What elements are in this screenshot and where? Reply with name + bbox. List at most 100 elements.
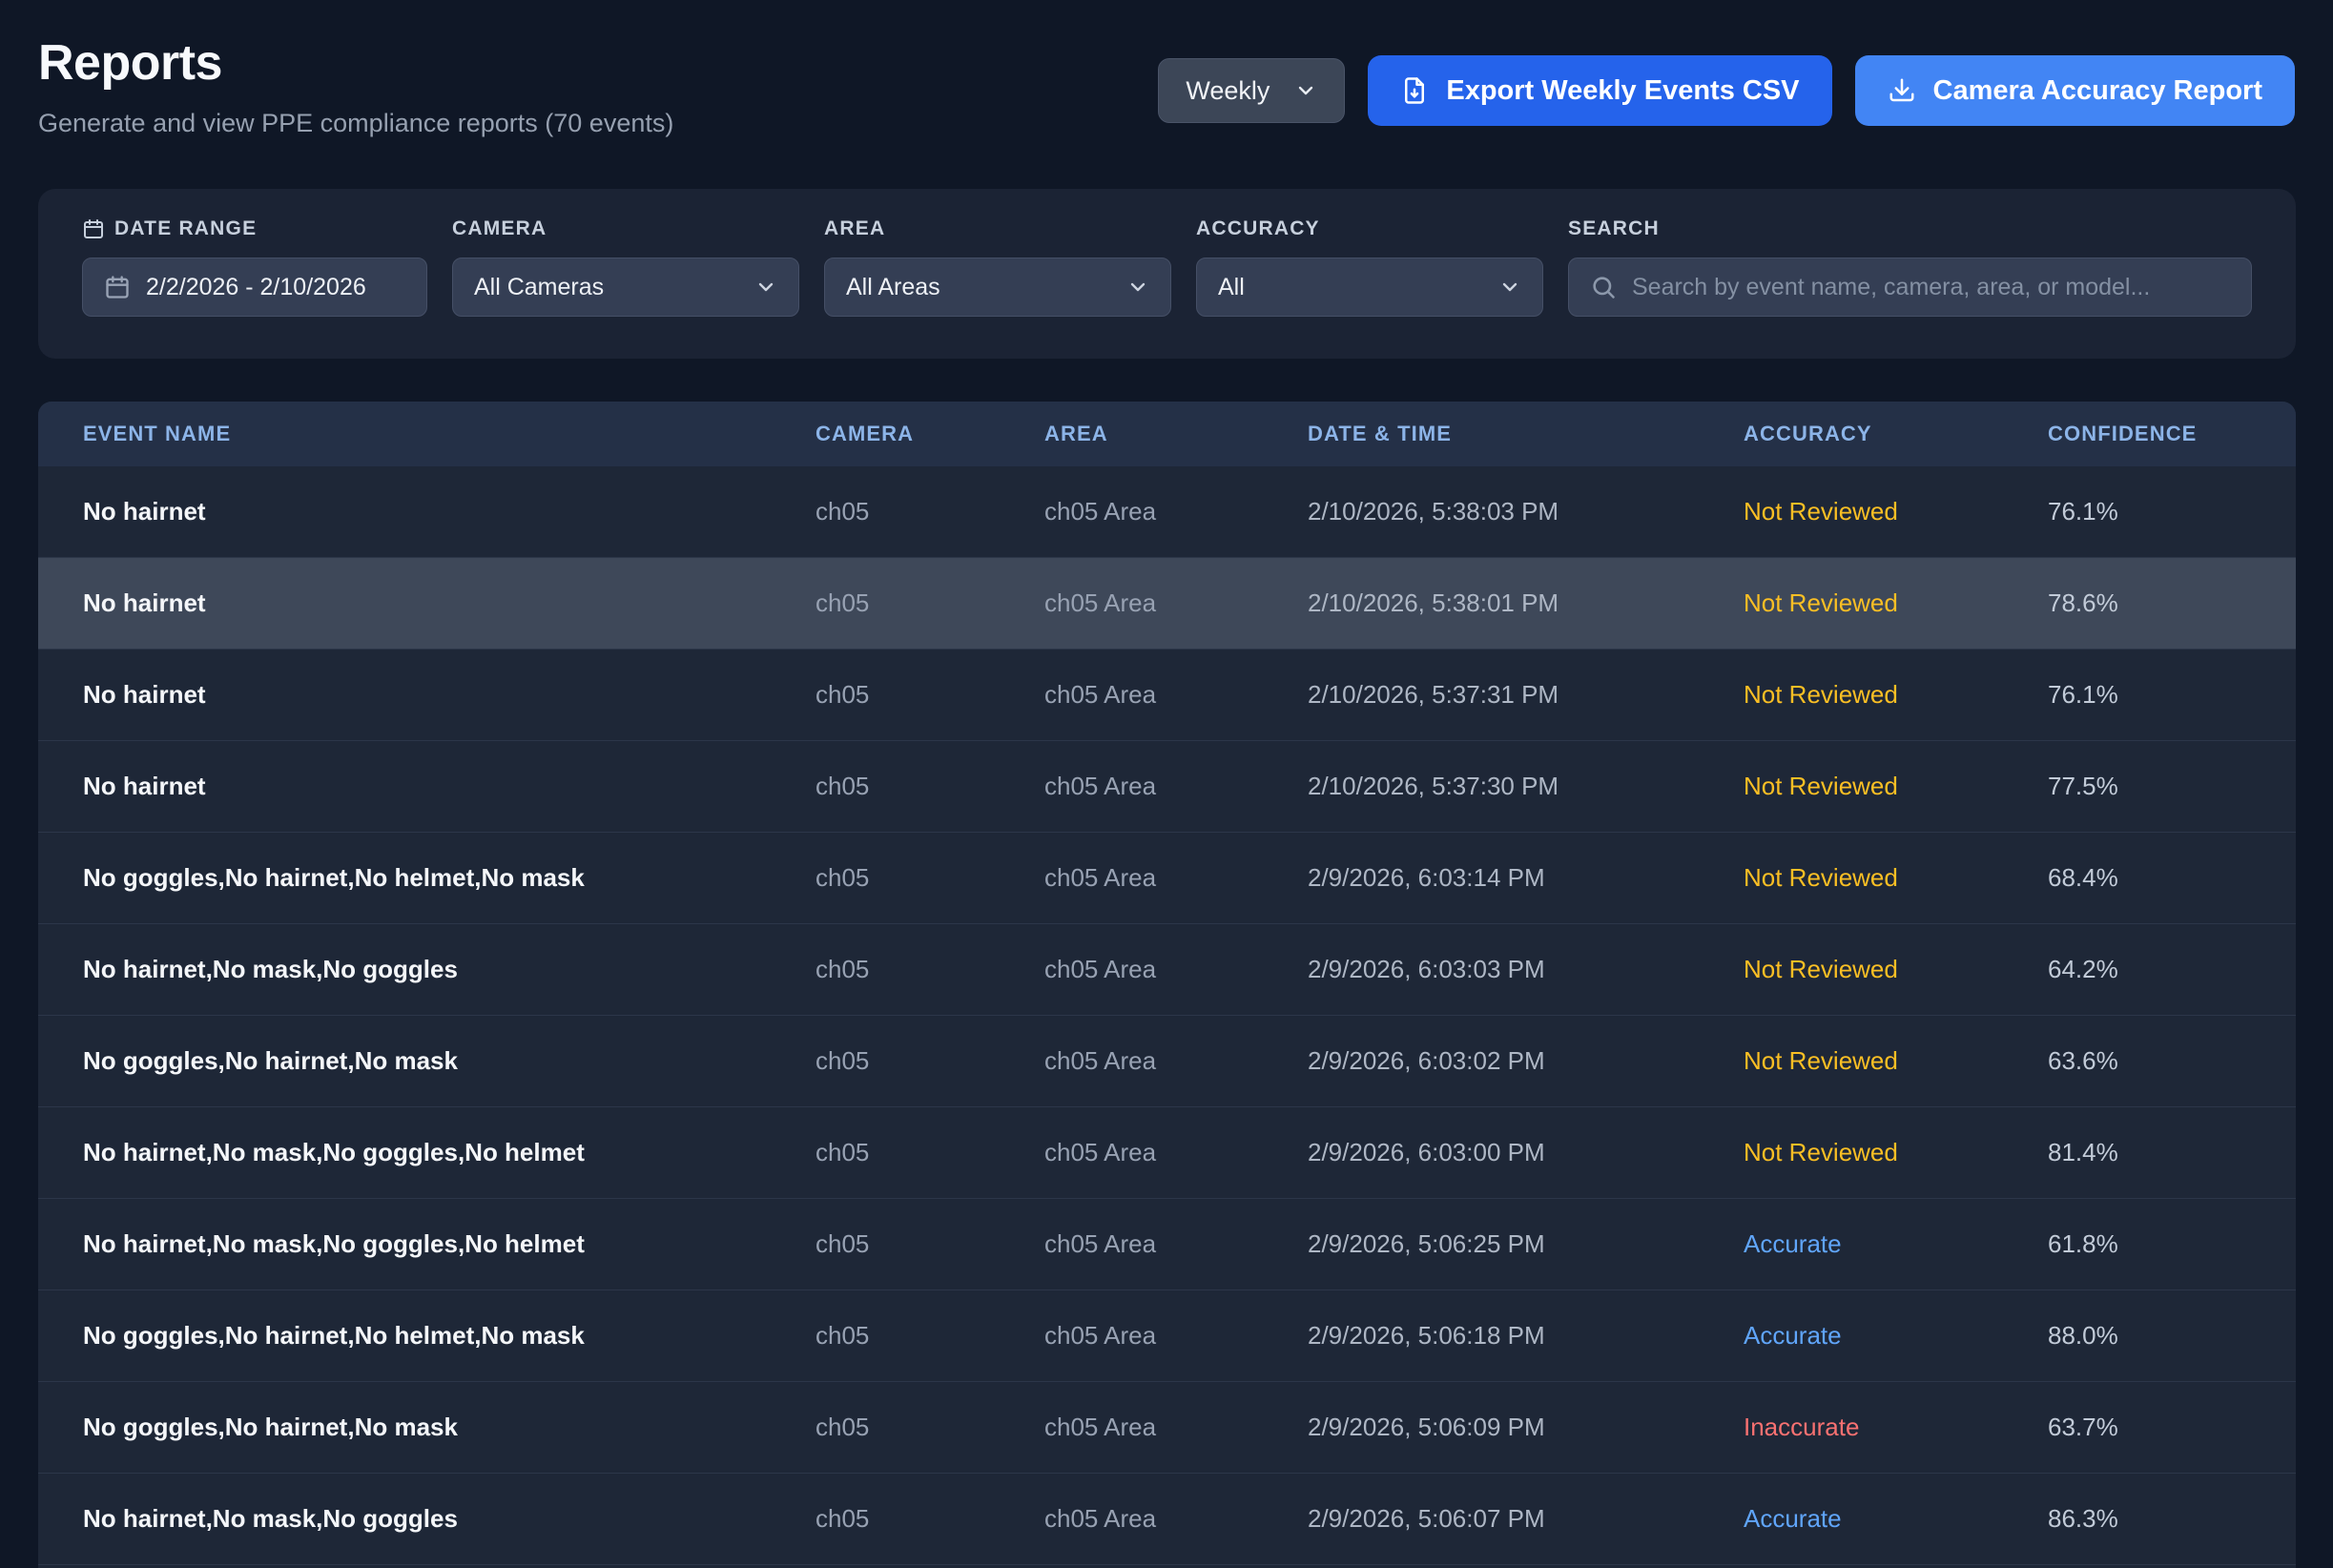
cell-accuracy: Not Reviewed [1744, 1046, 2048, 1076]
table-body: No hairnet ch05 ch05 Area 2/10/2026, 5:3… [38, 466, 2296, 1565]
cell-datetime: 2/9/2026, 5:06:18 PM [1308, 1321, 1744, 1351]
area-label: AREA [824, 217, 1171, 240]
filter-accuracy: ACCURACY All [1196, 217, 1543, 359]
cell-accuracy: Accurate [1744, 1504, 2048, 1534]
table-row[interactable]: No hairnet,No mask,No goggles,No helmet … [38, 1107, 2296, 1199]
cell-event-name: No hairnet,No mask,No goggles [83, 955, 816, 984]
events-table: EVENT NAME CAMERA AREA DATE & TIME ACCUR… [38, 402, 2296, 1568]
cell-area: ch05 Area [1044, 1504, 1308, 1534]
chevron-down-icon [754, 276, 777, 299]
cell-accuracy: Not Reviewed [1744, 863, 2048, 893]
column-header-accuracy: ACCURACY [1744, 422, 2048, 446]
table-row[interactable]: No hairnet ch05 ch05 Area 2/10/2026, 5:3… [38, 558, 2296, 650]
cell-area: ch05 Area [1044, 497, 1308, 526]
cell-datetime: 2/9/2026, 6:03:03 PM [1308, 955, 1744, 984]
column-header-camera: CAMERA [816, 422, 1044, 446]
table-row[interactable]: No hairnet ch05 ch05 Area 2/10/2026, 5:3… [38, 741, 2296, 833]
cell-area: ch05 Area [1044, 1229, 1308, 1259]
reports-page: Reports Generate and view PPE compliance… [0, 0, 2333, 1568]
cell-confidence: 78.6% [2048, 588, 2296, 618]
filter-search: SEARCH [1568, 217, 2252, 359]
page-header: Reports Generate and view PPE compliance… [38, 34, 2295, 138]
export-button-label: Export Weekly Events CSV [1446, 75, 1799, 107]
cell-confidence: 77.5% [2048, 772, 2296, 801]
table-row[interactable]: No hairnet,No mask,No goggles ch05 ch05 … [38, 924, 2296, 1016]
search-input[interactable] [1632, 274, 2230, 301]
date-range-label: DATE RANGE [114, 217, 257, 240]
cell-datetime: 2/9/2026, 5:06:09 PM [1308, 1413, 1744, 1442]
cell-datetime: 2/9/2026, 5:06:25 PM [1308, 1229, 1744, 1259]
search-icon [1590, 274, 1617, 300]
cell-accuracy: Accurate [1744, 1321, 2048, 1351]
accuracy-select-value: All [1218, 274, 1245, 301]
table-row[interactable]: No goggles,No hairnet,No helmet,No mask … [38, 833, 2296, 924]
cell-confidence: 64.2% [2048, 955, 2296, 984]
cell-event-name: No hairnet,No mask,No goggles,No helmet [83, 1138, 816, 1167]
camera-label: CAMERA [452, 217, 799, 240]
cell-event-name: No goggles,No hairnet,No mask [83, 1413, 816, 1442]
cell-confidence: 68.4% [2048, 863, 2296, 893]
chevron-down-icon [1294, 79, 1317, 102]
table-row[interactable]: No hairnet ch05 ch05 Area 2/10/2026, 5:3… [38, 466, 2296, 558]
cell-accuracy: Not Reviewed [1744, 680, 2048, 710]
cell-accuracy: Not Reviewed [1744, 497, 2048, 526]
search-label: SEARCH [1568, 217, 2252, 240]
cell-area: ch05 Area [1044, 588, 1308, 618]
cell-confidence: 63.7% [2048, 1413, 2296, 1442]
cell-datetime: 2/9/2026, 5:06:07 PM [1308, 1504, 1744, 1534]
cell-area: ch05 Area [1044, 1321, 1308, 1351]
cell-accuracy: Not Reviewed [1744, 772, 2048, 801]
download-icon [1888, 76, 1916, 105]
cell-datetime: 2/10/2026, 5:38:01 PM [1308, 588, 1744, 618]
table-row[interactable]: No hairnet ch05 ch05 Area 2/10/2026, 5:3… [38, 650, 2296, 741]
camera-accuracy-report-button[interactable]: Camera Accuracy Report [1855, 55, 2295, 126]
table-row[interactable]: No goggles,No hairnet,No helmet,No mask … [38, 1290, 2296, 1382]
cell-area: ch05 Area [1044, 1413, 1308, 1442]
cell-camera: ch05 [816, 1046, 1044, 1076]
cell-event-name: No hairnet [83, 680, 816, 710]
cell-confidence: 86.3% [2048, 1504, 2296, 1534]
cell-accuracy: Not Reviewed [1744, 1138, 2048, 1167]
cell-datetime: 2/10/2026, 5:38:03 PM [1308, 497, 1744, 526]
calendar-icon [104, 274, 131, 300]
accuracy-label: ACCURACY [1196, 217, 1543, 240]
camera-select[interactable]: All Cameras [452, 258, 799, 317]
cell-datetime: 2/10/2026, 5:37:30 PM [1308, 772, 1744, 801]
cell-accuracy: Accurate [1744, 1229, 2048, 1259]
calendar-icon [82, 217, 105, 240]
date-range-input[interactable]: 2/2/2026 - 2/10/2026 [82, 258, 427, 317]
cell-confidence: 61.8% [2048, 1229, 2296, 1259]
cell-datetime: 2/9/2026, 6:03:02 PM [1308, 1046, 1744, 1076]
period-select[interactable]: Weekly [1158, 58, 1345, 123]
export-weekly-events-csv-button[interactable]: Export Weekly Events CSV [1368, 55, 1831, 126]
filter-panel: DATE RANGE 2/2/2026 - 2/10/2026 CAMERA A… [38, 189, 2296, 359]
area-select[interactable]: All Areas [824, 258, 1171, 317]
cell-camera: ch05 [816, 1138, 1044, 1167]
cell-area: ch05 Area [1044, 772, 1308, 801]
cell-event-name: No hairnet [83, 497, 816, 526]
table-row[interactable]: No hairnet,No mask,No goggles,No helmet … [38, 1199, 2296, 1290]
filter-area: AREA All Areas [824, 217, 1171, 359]
cell-accuracy: Not Reviewed [1744, 588, 2048, 618]
cell-event-name: No hairnet,No mask,No goggles [83, 1504, 816, 1534]
cell-camera: ch05 [816, 588, 1044, 618]
period-select-value: Weekly [1186, 76, 1270, 106]
camera-select-value: All Cameras [474, 274, 604, 301]
table-row[interactable]: No hairnet,No mask,No goggles ch05 ch05 … [38, 1474, 2296, 1565]
cell-datetime: 2/10/2026, 5:37:31 PM [1308, 680, 1744, 710]
accuracy-select[interactable]: All [1196, 258, 1543, 317]
date-range-value: 2/2/2026 - 2/10/2026 [146, 274, 366, 301]
table-row[interactable]: No goggles,No hairnet,No mask ch05 ch05 … [38, 1382, 2296, 1474]
cell-camera: ch05 [816, 863, 1044, 893]
cell-camera: ch05 [816, 772, 1044, 801]
cell-area: ch05 Area [1044, 955, 1308, 984]
cell-event-name: No goggles,No hairnet,No mask [83, 1046, 816, 1076]
cell-datetime: 2/9/2026, 6:03:14 PM [1308, 863, 1744, 893]
chevron-down-icon [1126, 276, 1149, 299]
file-export-icon [1400, 76, 1429, 105]
table-row[interactable]: No goggles,No hairnet,No mask ch05 ch05 … [38, 1016, 2296, 1107]
column-header-area: AREA [1044, 422, 1308, 446]
cell-camera: ch05 [816, 1321, 1044, 1351]
cell-camera: ch05 [816, 1413, 1044, 1442]
header-actions: Weekly Export Weekly Events CSV Camera A… [1158, 55, 2295, 126]
